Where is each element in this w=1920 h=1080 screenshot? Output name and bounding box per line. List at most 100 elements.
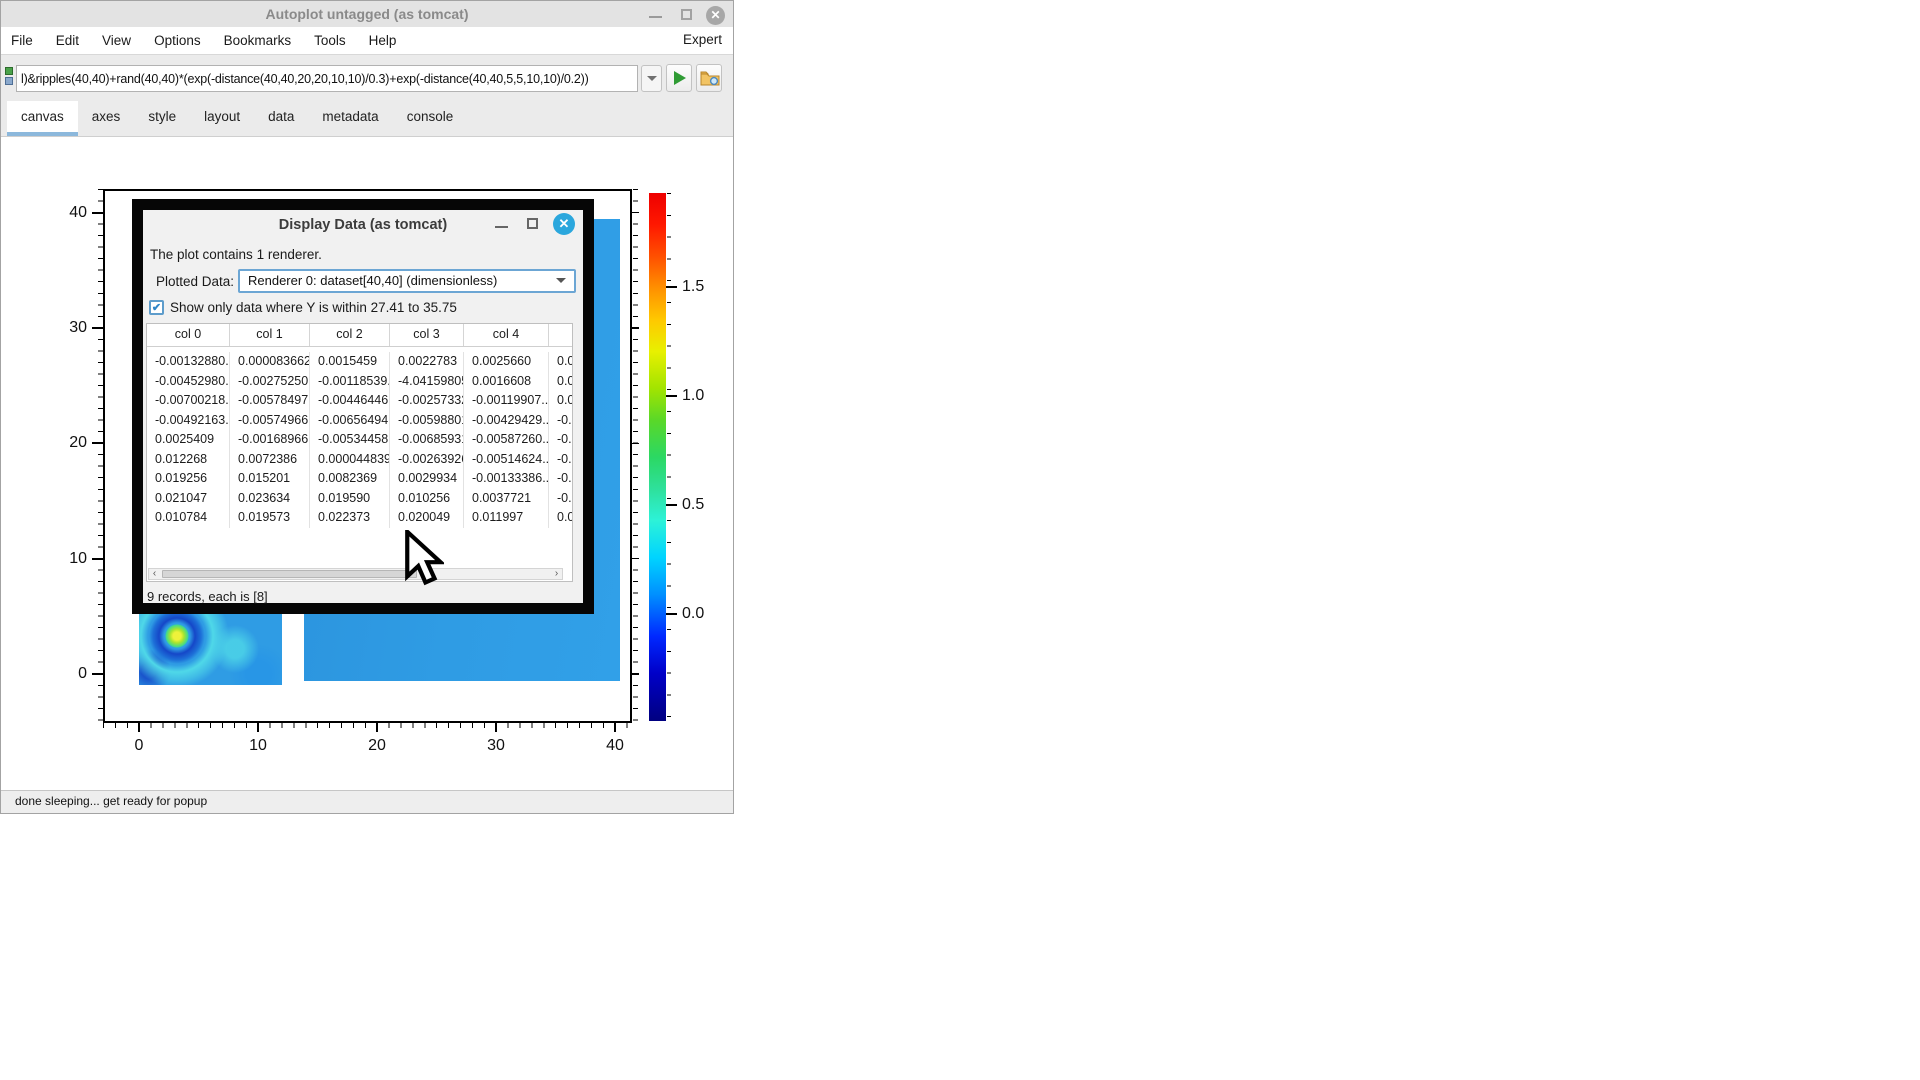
table-row[interactable]: 0.0192560.0152010.00823690.0029934-0.001… xyxy=(147,469,572,489)
dialog-close-icon[interactable]: ✕ xyxy=(553,213,575,235)
menu-item-help[interactable]: Help xyxy=(369,33,397,48)
menu-item-view[interactable]: View xyxy=(102,33,131,48)
table-cell[interactable]: 0.00 xyxy=(549,508,573,528)
table-cell[interactable]: 0.019256 xyxy=(147,469,230,489)
scroll-right-icon[interactable]: › xyxy=(551,569,562,579)
tab-layout[interactable]: layout xyxy=(190,101,254,136)
table-cell[interactable]: 0.019573 xyxy=(230,508,310,528)
table-cell[interactable]: 0.0029934 xyxy=(390,469,464,489)
table-cell[interactable]: -0.00429429... xyxy=(464,411,549,431)
table-row[interactable]: -0.00132880...0.0000836620.00154590.0022… xyxy=(147,352,572,372)
table-cell[interactable]: 0.0025660 xyxy=(464,352,549,372)
address-dropdown-button[interactable] xyxy=(641,65,662,92)
table-row[interactable]: -0.00492163...-0.00574966...-0.00656494.… xyxy=(147,411,572,431)
table-cell[interactable]: 0.012268 xyxy=(147,450,230,470)
table-row[interactable]: -0.00700218...-0.00578497...-0.00446446.… xyxy=(147,391,572,411)
table-cell[interactable]: -0.00257332... xyxy=(390,391,464,411)
table-cell[interactable]: 0.000044839 xyxy=(310,450,390,470)
open-file-button[interactable] xyxy=(696,64,722,92)
table-cell[interactable]: 0.022373 xyxy=(310,508,390,528)
minimize-icon[interactable] xyxy=(649,16,662,18)
table-cell[interactable]: -0.0 xyxy=(549,489,573,509)
table-cell[interactable]: -0.00446446... xyxy=(310,391,390,411)
table-cell[interactable]: -0.00700218... xyxy=(147,391,230,411)
menu-item-file[interactable]: File xyxy=(11,33,33,48)
horizontal-scrollbar[interactable]: ‹ › xyxy=(148,568,563,580)
table-row[interactable]: 0.0025409-0.00168966...-0.00534458...-0.… xyxy=(147,430,572,450)
table-cell[interactable]: 0.00 xyxy=(549,391,573,411)
table-cell[interactable]: -0.00168966... xyxy=(230,430,310,450)
table-cell[interactable]: -0.00492163... xyxy=(147,411,230,431)
close-icon[interactable]: ✕ xyxy=(706,6,725,25)
table-cell[interactable]: -0.00514624... xyxy=(464,450,549,470)
table-cell[interactable]: 0.00 xyxy=(549,372,573,392)
table-cell[interactable]: 0.00 xyxy=(549,352,573,372)
table-cell[interactable]: -0.00275250... xyxy=(230,372,310,392)
column-header-0[interactable]: col 0 xyxy=(147,324,230,346)
tab-canvas[interactable]: canvas xyxy=(7,101,78,136)
table-row[interactable]: 0.0122680.00723860.000044839-0.00263926.… xyxy=(147,450,572,470)
window-titlebar[interactable]: Autoplot untagged (as tomcat) ✕ xyxy=(1,1,733,27)
table-cell[interactable]: -0.00132880... xyxy=(147,352,230,372)
table-cell[interactable]: -0.0 xyxy=(549,430,573,450)
column-header-3[interactable]: col 3 xyxy=(390,324,464,346)
table-cell[interactable]: 0.0072386 xyxy=(230,450,310,470)
dialog-minimize-icon[interactable] xyxy=(495,226,508,228)
plotted-data-combobox[interactable]: Renderer 0: dataset[40,40] (dimensionles… xyxy=(238,269,576,293)
table-cell[interactable]: 0.0025409 xyxy=(147,430,230,450)
table-cell[interactable]: -0.00574966... xyxy=(230,411,310,431)
table-cell[interactable]: -0.00598801... xyxy=(390,411,464,431)
table-cell[interactable]: -0.00534458... xyxy=(310,430,390,450)
column-header-5[interactable] xyxy=(549,324,573,346)
column-header-1[interactable]: col 1 xyxy=(230,324,310,346)
tab-console[interactable]: console xyxy=(393,101,468,136)
table-cell[interactable]: -0.00578497... xyxy=(230,391,310,411)
table-cell[interactable]: 0.021047 xyxy=(147,489,230,509)
table-cell[interactable]: 0.0082369 xyxy=(310,469,390,489)
table-cell[interactable]: 0.000083662 xyxy=(230,352,310,372)
table-cell[interactable]: 0.023634 xyxy=(230,489,310,509)
uri-address-input[interactable] xyxy=(16,65,638,92)
menu-item-tools[interactable]: Tools xyxy=(314,33,346,48)
table-cell[interactable]: -0.00119907... xyxy=(464,391,549,411)
menu-item-edit[interactable]: Edit xyxy=(56,33,79,48)
tab-style[interactable]: style xyxy=(134,101,190,136)
filter-checkbox[interactable]: ✔ xyxy=(149,300,164,315)
table-cell[interactable]: 0.011997 xyxy=(464,508,549,528)
table-cell[interactable]: -0.00587260... xyxy=(464,430,549,450)
table-cell[interactable]: 0.010784 xyxy=(147,508,230,528)
table-cell[interactable]: -4.04159805... xyxy=(390,372,464,392)
menu-item-options[interactable]: Options xyxy=(154,33,201,48)
table-cell[interactable]: 0.010256 xyxy=(390,489,464,509)
tab-metadata[interactable]: metadata xyxy=(308,101,392,136)
table-row[interactable]: 0.0210470.0236340.0195900.0102560.003772… xyxy=(147,489,572,509)
table-cell[interactable]: 0.0015459 xyxy=(310,352,390,372)
column-header-4[interactable]: col 4 xyxy=(464,324,549,346)
dialog-maximize-icon[interactable] xyxy=(527,218,538,229)
go-plot-button[interactable] xyxy=(666,64,692,92)
tab-data[interactable]: data xyxy=(254,101,308,136)
table-cell[interactable]: 0.0016608 xyxy=(464,372,549,392)
table-cell[interactable]: 0.0022783 xyxy=(390,352,464,372)
table-cell[interactable]: -0.00452980... xyxy=(147,372,230,392)
table-cell[interactable]: 0.015201 xyxy=(230,469,310,489)
column-header-2[interactable]: col 2 xyxy=(310,324,390,346)
scroll-left-icon[interactable]: ‹ xyxy=(149,569,160,579)
tab-axes[interactable]: axes xyxy=(78,101,135,136)
table-row[interactable]: -0.00452980...-0.00275250...-0.00118539.… xyxy=(147,372,572,392)
table-cell[interactable]: -0.00118539... xyxy=(310,372,390,392)
menu-item-bookmarks[interactable]: Bookmarks xyxy=(224,33,292,48)
table-cell[interactable]: -0.00685931... xyxy=(390,430,464,450)
table-cell[interactable]: -0.0 xyxy=(549,469,573,489)
expert-mode-label[interactable]: Expert xyxy=(683,32,722,47)
table-cell[interactable]: 0.019590 xyxy=(310,489,390,509)
maximize-icon[interactable] xyxy=(681,9,692,20)
table-cell[interactable]: -0.00656494... xyxy=(310,411,390,431)
table-cell[interactable]: -0.00133386... xyxy=(464,469,549,489)
table-cell[interactable]: 0.020049 xyxy=(390,508,464,528)
table-cell[interactable]: -0.0 xyxy=(549,411,573,431)
table-cell[interactable]: -0.0 xyxy=(549,450,573,470)
table-cell[interactable]: 0.0037721 xyxy=(464,489,549,509)
colorbar[interactable] xyxy=(649,193,666,721)
scrollbar-thumb[interactable] xyxy=(162,570,417,578)
